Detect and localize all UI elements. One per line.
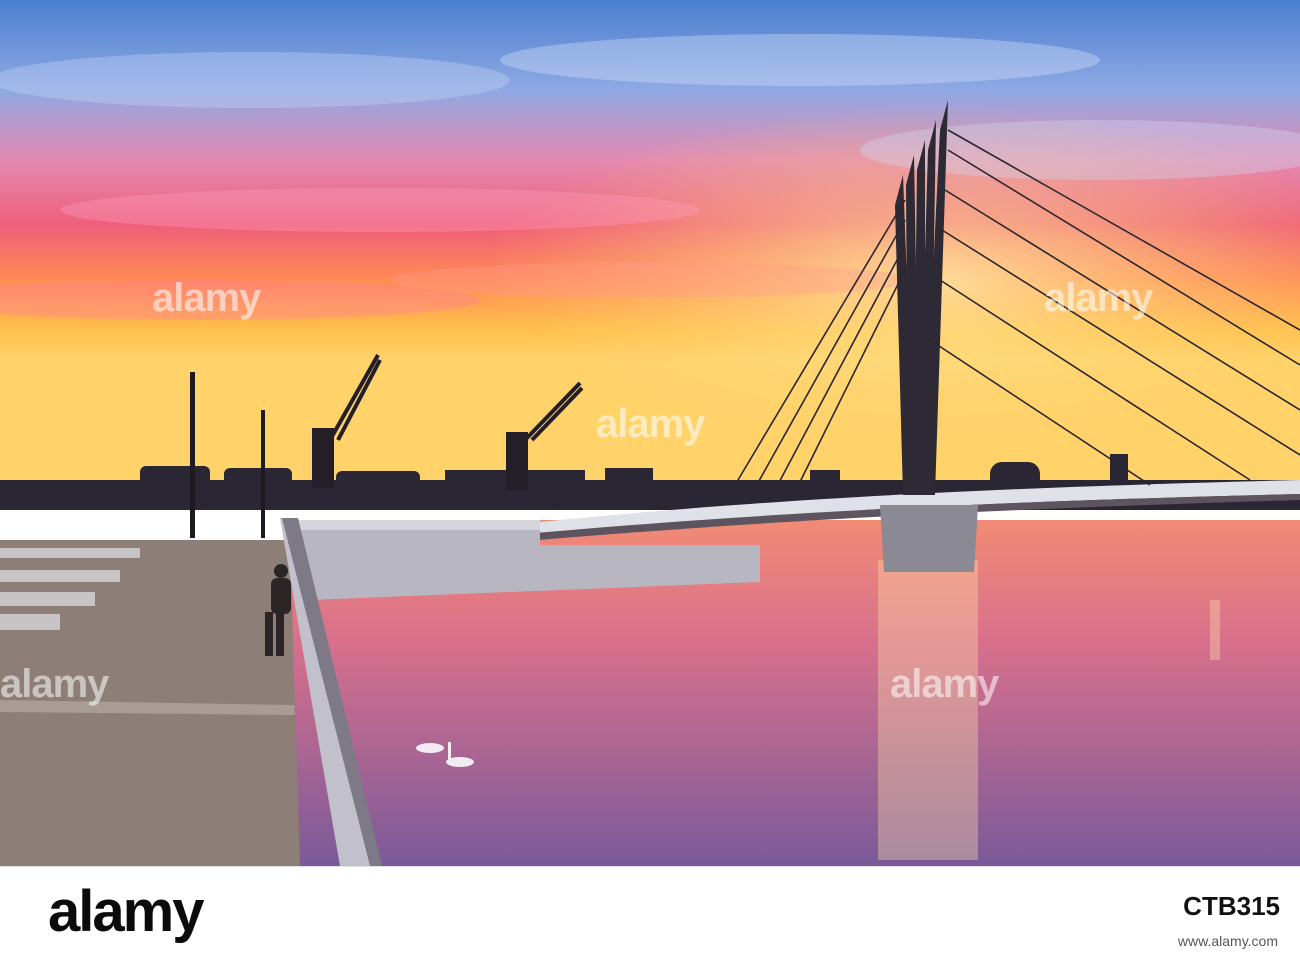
watermark: alamy [152, 276, 261, 320]
image-id-panel: CTB315 [1183, 887, 1280, 922]
image-id: CTB315 [1183, 891, 1280, 921]
watermark: alamy [0, 662, 109, 706]
site-url: www.alamy.com [1177, 933, 1278, 949]
watermark: alamy [1044, 276, 1153, 320]
watermark: alamy [890, 662, 999, 706]
photo: alamy alamy alamy alamy alamy [0, 0, 1300, 866]
watermark: alamy [596, 402, 705, 446]
footer: alamy CTB315 www.alamy.com [0, 866, 1300, 957]
brand-logo: alamy [48, 879, 204, 944]
